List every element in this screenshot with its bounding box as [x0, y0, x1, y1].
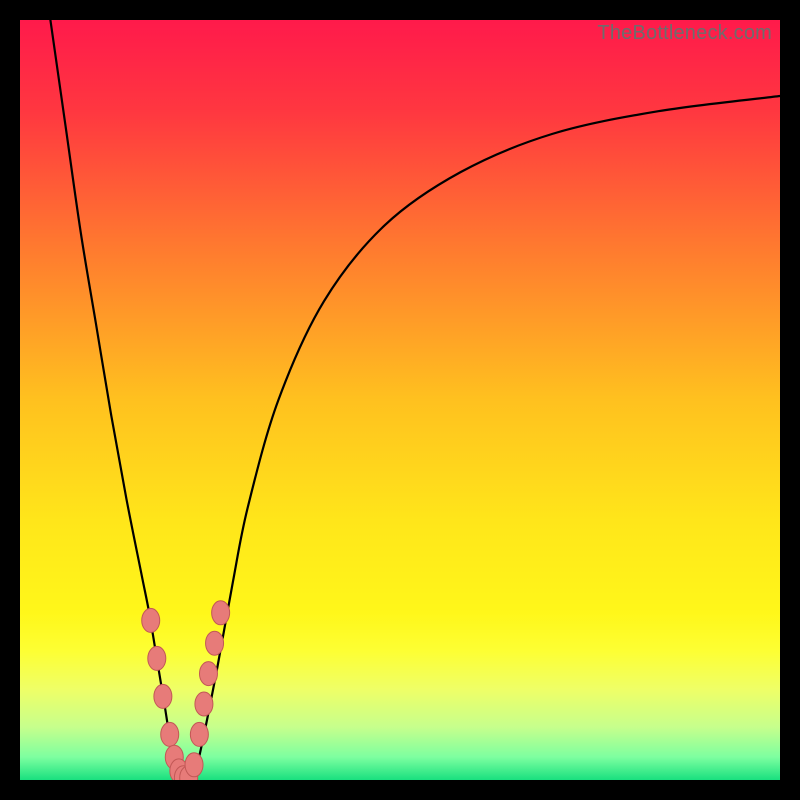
data-marker	[148, 646, 166, 670]
data-marker	[199, 662, 217, 686]
data-marker	[195, 692, 213, 716]
data-marker	[185, 753, 203, 777]
marker-group	[142, 601, 230, 780]
data-marker	[212, 601, 230, 625]
data-marker	[190, 722, 208, 746]
data-marker	[161, 722, 179, 746]
data-marker	[142, 608, 160, 632]
watermark-text: TheBottleneck.com	[597, 22, 772, 45]
plot-area: TheBottleneck.com	[20, 20, 780, 780]
curve-layer	[20, 20, 780, 780]
data-marker	[206, 631, 224, 655]
chart-frame: TheBottleneck.com	[0, 0, 800, 800]
data-marker	[154, 684, 172, 708]
